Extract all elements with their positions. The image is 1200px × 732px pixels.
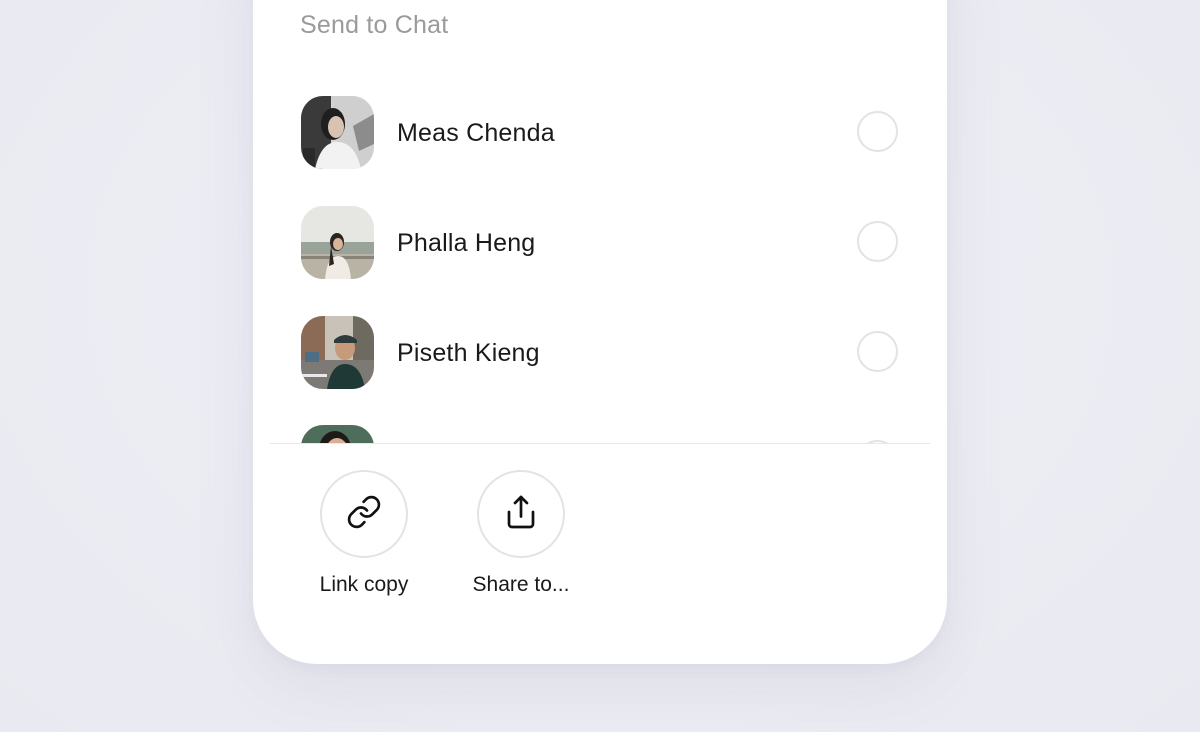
avatar	[301, 206, 374, 279]
link-copy-button[interactable]: Link copy	[299, 470, 429, 600]
contact-name: Piseth Kieng	[397, 339, 540, 367]
share-icon	[503, 494, 539, 535]
contact-row[interactable]: Meas Chenda	[301, 96, 901, 170]
avatar	[301, 425, 374, 444]
select-radio[interactable]	[857, 331, 898, 372]
share-sheet: Send to Chat Meas Chenda Phalla Heng Pis…	[253, 0, 947, 664]
select-radio[interactable]	[857, 111, 898, 152]
share-to-button[interactable]: Share to...	[456, 470, 586, 600]
link-copy-circle[interactable]	[320, 470, 408, 558]
select-radio[interactable]	[857, 221, 898, 262]
screen-background: Send to Chat Meas Chenda Phalla Heng Pis…	[0, 0, 1200, 732]
share-to-label: Share to...	[472, 573, 570, 596]
share-circle[interactable]	[477, 470, 565, 558]
contact-name: Meas Chenda	[397, 119, 555, 147]
avatar	[301, 96, 374, 169]
contact-row[interactable]	[301, 425, 901, 444]
contact-row[interactable]: Piseth Kieng	[301, 316, 901, 390]
contact-list[interactable]: Meas Chenda Phalla Heng Piseth Kieng	[253, 70, 947, 444]
link-copy-label: Link copy	[319, 573, 409, 596]
contact-row[interactable]: Phalla Heng	[301, 206, 901, 280]
link-icon	[346, 494, 382, 535]
contact-name: Phalla Heng	[397, 229, 536, 257]
divider	[270, 443, 930, 444]
avatar	[301, 316, 374, 389]
sheet-title: Send to Chat	[300, 11, 449, 39]
